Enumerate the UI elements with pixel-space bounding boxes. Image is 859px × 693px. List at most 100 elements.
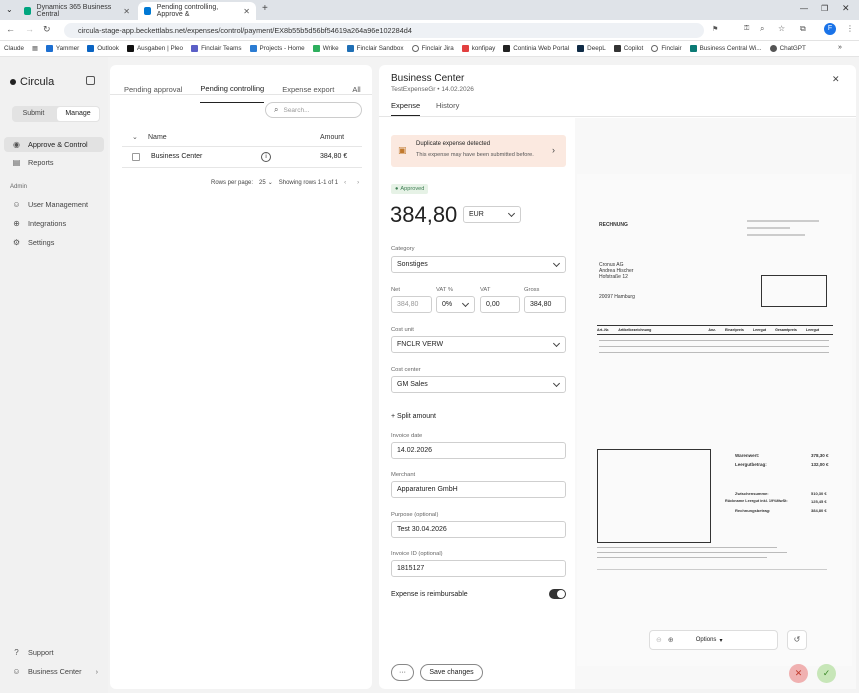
cost-unit-select[interactable]: FNCLR VERW	[391, 336, 566, 353]
invoice-date-field[interactable]: 14.02.2026	[391, 442, 566, 459]
total-value: 384,80 €	[811, 508, 827, 513]
gross-field[interactable]: 384,80	[524, 296, 566, 313]
vat-field[interactable]: 0,00	[480, 296, 520, 313]
url-field[interactable]: circula-stage-app.beckettlabs.net/expens…	[64, 23, 704, 38]
reject-button[interactable]: ✕	[789, 664, 808, 683]
approve-button[interactable]: ✓	[817, 664, 836, 683]
projects-icon	[249, 45, 257, 52]
nav-label: Approve & Control	[28, 140, 88, 149]
bookmark-star-icon[interactable]: ☆	[778, 24, 785, 33]
collapse-all-icon[interactable]: ⌄	[132, 133, 138, 141]
row-checkbox[interactable]	[132, 153, 140, 161]
more-actions-button[interactable]: ···	[391, 664, 414, 681]
search-icon: ⌕	[274, 105, 279, 114]
bookmark-item[interactable]: ChatGPT	[769, 45, 806, 52]
bookmark-item[interactable]: Yammer	[45, 45, 79, 52]
prev-page-icon[interactable]: ‹	[344, 180, 346, 186]
nav-settings[interactable]: ⚙ Settings	[4, 235, 104, 250]
save-changes-button[interactable]: Save changes	[420, 664, 483, 681]
bookmark-item[interactable]: Claude	[4, 45, 24, 52]
options-dropdown[interactable]: Options ▾	[696, 637, 723, 644]
bookmark-item[interactable]: Copilot	[613, 45, 643, 52]
apps-grid-icon[interactable]: ▦	[32, 45, 38, 52]
extensions-icon[interactable]: ⧉	[800, 24, 806, 34]
bookmark-item[interactable]: DeepL	[577, 45, 606, 52]
close-panel-icon[interactable]: ✕	[832, 74, 840, 85]
bookmark-item[interactable]: Ausgaben | Pleo	[126, 45, 183, 52]
bookmark-item[interactable]: Continia Web Portal	[503, 45, 569, 52]
circula-logo: Circula	[10, 76, 54, 88]
column-header-amount[interactable]: Amount	[320, 134, 344, 141]
total-value: 125,45 €	[811, 499, 827, 504]
more-bookmarks-icon[interactable]: »	[838, 44, 842, 51]
tab-pending-approval[interactable]: Pending approval	[124, 85, 182, 94]
nav-reports[interactable]: ▤ Reports	[4, 155, 104, 170]
bookmark-item[interactable]: Business Central Wi...	[689, 45, 762, 52]
browser-tab-dynamics[interactable]: Dynamics 365 Business Central ✕	[18, 2, 136, 20]
close-tab-icon[interactable]: ✕	[123, 7, 130, 16]
nav-support[interactable]: ? Support	[4, 645, 104, 660]
category-select[interactable]: Sonstiges	[391, 256, 566, 273]
net-field[interactable]: 384,80	[391, 296, 432, 313]
vat-pct-select[interactable]: 0%	[436, 296, 475, 313]
nav-approve-control[interactable]: ◉ Approve & Control	[4, 137, 104, 152]
info-icon[interactable]: i	[261, 152, 271, 162]
password-icon[interactable]: ⚿	[744, 25, 749, 33]
close-window-icon[interactable]: ✕	[842, 3, 850, 14]
search-input[interactable]: ⌕ Search...	[265, 102, 362, 118]
new-tab-icon[interactable]: +	[262, 3, 268, 14]
nav-integrations[interactable]: ⊕ Integrations	[4, 216, 104, 231]
minimize-icon[interactable]: —	[800, 4, 808, 13]
split-amount-button[interactable]: + Split amount	[391, 413, 436, 420]
bookmark-item[interactable]: Outlook	[87, 45, 119, 52]
purpose-field[interactable]: Test 30.04.2026	[391, 521, 566, 538]
tab-history[interactable]: History	[436, 101, 459, 110]
browser-tab-circula[interactable]: Pending controlling, Approve & ✕	[138, 2, 256, 20]
collapse-sidebar-icon[interactable]	[86, 76, 95, 85]
bookmark-item[interactable]: konfipay	[461, 45, 495, 52]
browser-menu-icon[interactable]: ⋮	[846, 24, 854, 33]
tab-expense-export[interactable]: Expense export	[282, 85, 334, 94]
zoom-in-icon[interactable]: ⊕	[668, 636, 674, 644]
amount-display[interactable]: 384,80	[390, 202, 457, 228]
column-header-name[interactable]: Name	[148, 134, 167, 141]
reload-icon[interactable]: ↻	[43, 24, 51, 35]
profile-avatar[interactable]: F	[824, 23, 836, 35]
invoice-id-field[interactable]: 1815127	[391, 560, 566, 577]
currency-select[interactable]: EUR	[463, 206, 521, 223]
next-page-icon[interactable]: ›	[357, 180, 359, 186]
translate-icon[interactable]: ⚑	[712, 25, 718, 33]
nav-user-management[interactable]: ☺ User Management	[4, 197, 104, 212]
bookmark-item[interactable]: Finclair Jira	[411, 45, 454, 52]
submit-mode-button[interactable]: Submit	[12, 106, 55, 122]
merchant-field[interactable]: Apparaturen GmbH	[391, 481, 566, 498]
table-row[interactable]: Business Center i 384,80 €	[122, 150, 362, 165]
bookmark-item[interactable]: Wrike	[312, 45, 339, 52]
bookmark-item[interactable]: Finclair Teams	[191, 45, 242, 52]
bookmark-item[interactable]: Finclair Sandbox	[346, 45, 404, 52]
close-tab-icon[interactable]: ✕	[243, 7, 250, 16]
bookmark-item[interactable]: Finclair	[651, 45, 682, 52]
expense-detail-panel: Business Center TestExpenseGr • 14.02.20…	[379, 65, 856, 689]
maximize-icon[interactable]: ❐	[821, 4, 828, 13]
forward-icon[interactable]: →	[25, 24, 34, 34]
cost-center-select[interactable]: GM Sales	[391, 376, 566, 393]
manage-mode-button[interactable]: Manage	[57, 107, 99, 121]
bookmark-item[interactable]: Projects - Home	[249, 45, 305, 52]
back-icon[interactable]: ←	[6, 24, 15, 34]
logo-dot-icon	[10, 79, 16, 85]
duplicate-warning[interactable]: ▣ Duplicate expense detected This expens…	[391, 135, 566, 167]
zoom-out-icon[interactable]: ⊖	[656, 636, 662, 644]
tab-expense[interactable]: Expense	[391, 101, 421, 116]
reimbursable-toggle[interactable]	[549, 589, 566, 599]
receipt-heading: RECHNUNG	[599, 222, 628, 228]
tab-menu-icon[interactable]: ⌄	[6, 5, 13, 14]
chevron-down-icon: ⌄	[267, 180, 273, 186]
rows-per-page-select[interactable]: 25 ⌄	[259, 179, 273, 187]
copilot-icon	[613, 45, 621, 52]
zoom-icon[interactable]: ⌕	[760, 24, 764, 34]
account-menu[interactable]: ☺ Business Center ›	[4, 664, 104, 679]
rotate-icon[interactable]: ↺	[787, 630, 807, 650]
bookmark-label: DeepL	[587, 45, 606, 52]
tab-all[interactable]: All	[352, 85, 360, 94]
